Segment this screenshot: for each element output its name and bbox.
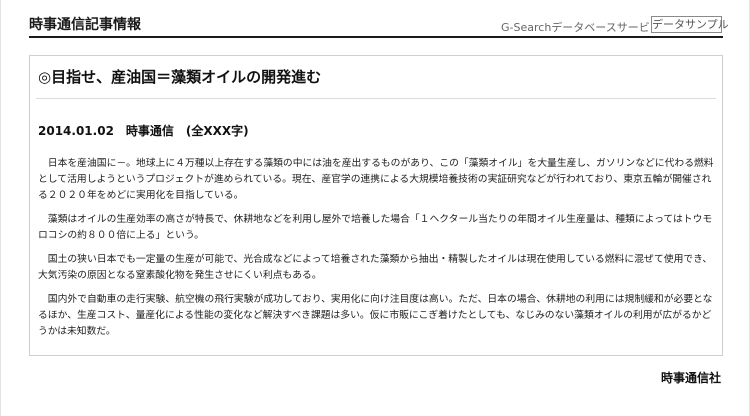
header-divider bbox=[29, 36, 723, 38]
article-dateline: 2014.01.02 時事通信 (全XXX字) bbox=[38, 124, 249, 138]
header: 時事通信記事情報 G-Searchデータベースサービス データサンプル bbox=[1, 0, 750, 40]
page-frame: 時事通信記事情報 G-Searchデータベースサービス データサンプル ◎目指せ… bbox=[0, 0, 750, 416]
article-paragraph: 国土の狭い日本でも一定量の生産が可能で、光合成などによって培養された藻類から抽出… bbox=[38, 254, 713, 281]
service-name: G-Searchデータベースサービス bbox=[501, 21, 661, 34]
article-paragraph: 日本を産油国に－。地球上に４万種以上存在する藻類の中には油を産出するものがあり、… bbox=[38, 158, 714, 201]
article-paragraph: 国内外で自動車の走行実験、航空機の飛行実験が成功しており、実用化に向け注目度は高… bbox=[38, 294, 713, 337]
site-title: 時事通信記事情報 bbox=[29, 17, 141, 33]
data-sample-button[interactable]: データサンプル bbox=[651, 16, 729, 33]
footer-credit: 時事通信社 bbox=[660, 371, 721, 385]
article-headline: ◎目指せ、産油国＝藻類オイルの開発進む bbox=[38, 68, 322, 86]
article-panel: ◎目指せ、産油国＝藻類オイルの開発進む 2014.01.02 時事通信 (全XX… bbox=[29, 55, 723, 356]
article-paragraph: 藻類はオイルの生産効率の高さが特長で、休耕地などを利用し屋外で培養した場合「１ヘ… bbox=[38, 214, 713, 241]
article-body: 日本を産油国に－。地球上に４万種以上存在する藻類の中には油を産出するものがあり、… bbox=[38, 156, 714, 348]
headline-divider bbox=[36, 98, 716, 99]
